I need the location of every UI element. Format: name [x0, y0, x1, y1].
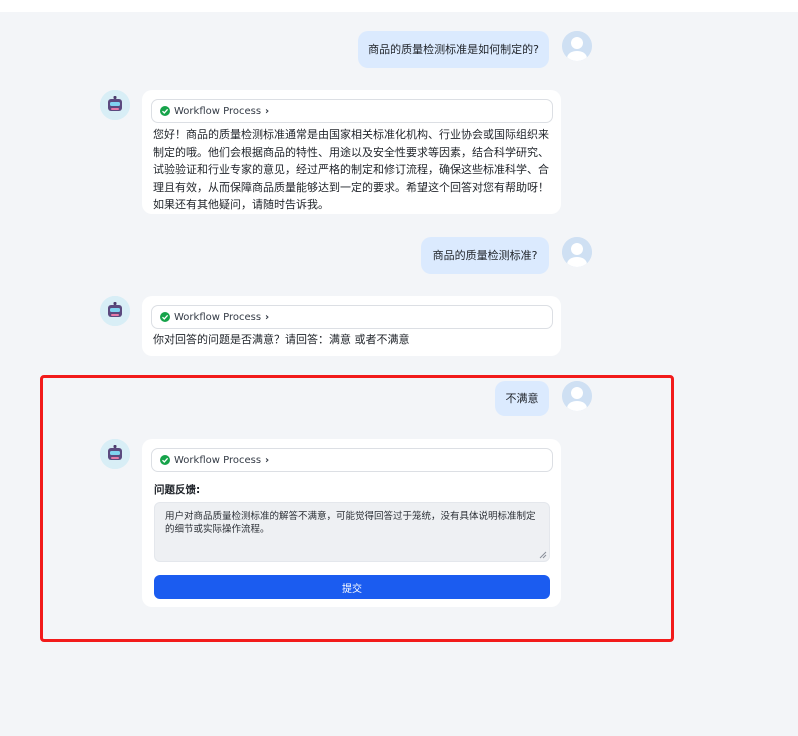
- bot-avatar-icon: [100, 296, 130, 326]
- workflow-process-toggle[interactable]: Workflow Process ›: [151, 99, 553, 123]
- user-message-text: 不满意: [505, 391, 539, 405]
- bot-avatar-icon: [100, 439, 130, 469]
- bot-message-text: 你对回答的问题是否满意？请回答：满意 或者不满意: [153, 333, 410, 346]
- bot-feedback-card: Workflow Process › 问题反馈: 用户对商品质量检测标准的解答不…: [142, 439, 561, 607]
- check-circle-icon: [160, 106, 170, 116]
- workflow-process-toggle[interactable]: Workflow Process ›: [151, 448, 553, 472]
- user-avatar-icon: [562, 381, 592, 411]
- top-bar: [0, 0, 798, 12]
- feedback-textarea[interactable]: 用户对商品质量检测标准的解答不满意，可能觉得回答过于笼统，没有具体说明标准制定的…: [154, 502, 550, 562]
- chevron-right-icon: ›: [265, 105, 270, 117]
- user-message-text: 商品的质量检测标准是如何制定的?: [368, 42, 539, 56]
- user-message-bubble: 商品的质量检测标准是如何制定的?: [358, 31, 549, 68]
- check-circle-icon: [160, 312, 170, 322]
- user-avatar-icon: [562, 237, 592, 267]
- bot-avatar: [100, 439, 130, 469]
- resize-handle-icon[interactable]: [539, 551, 547, 559]
- workflow-process-toggle[interactable]: Workflow Process ›: [151, 305, 553, 329]
- feedback-label: 问题反馈:: [154, 484, 201, 496]
- workflow-process-label: Workflow Process: [174, 311, 262, 323]
- user-avatar-icon: [562, 31, 592, 61]
- check-circle-icon: [160, 455, 170, 465]
- workflow-process-label: Workflow Process: [174, 454, 262, 466]
- workflow-process-label: Workflow Process: [174, 105, 262, 117]
- bot-avatar: [100, 296, 130, 326]
- bot-avatar-icon: [100, 90, 130, 120]
- user-avatar: [562, 237, 592, 267]
- chevron-right-icon: ›: [265, 311, 270, 323]
- feedback-text: 用户对商品质量检测标准的解答不满意，可能觉得回答过于笼统，没有具体说明标准制定的…: [165, 511, 536, 535]
- user-avatar: [562, 381, 592, 411]
- user-avatar: [562, 31, 592, 61]
- submit-button[interactable]: 提交: [154, 575, 550, 599]
- chevron-right-icon: ›: [265, 454, 270, 466]
- bot-avatar: [100, 90, 130, 120]
- bot-message-text: 您好！商品的质量检测标准通常是由国家相关标准化机构、行业协会或国际组织来制定的哦…: [153, 128, 549, 211]
- user-message-text: 商品的质量检测标准?: [432, 248, 538, 262]
- bot-message-card: Workflow Process › 您好！商品的质量检测标准通常是由国家相关标…: [142, 90, 561, 214]
- bot-message-card: Workflow Process › 你对回答的问题是否满意？请回答：满意 或者…: [142, 296, 561, 356]
- user-message-bubble: 不满意: [495, 381, 549, 416]
- user-message-bubble: 商品的质量检测标准?: [421, 237, 549, 274]
